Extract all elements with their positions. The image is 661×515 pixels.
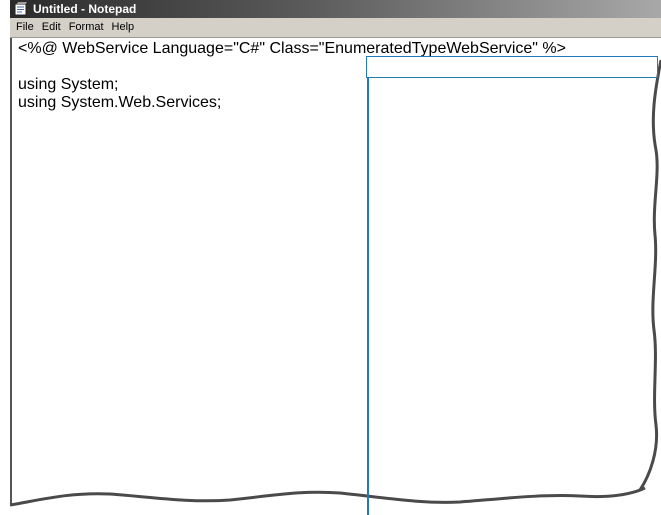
callout-leader-line <box>367 78 369 515</box>
window-title: Untitled - Notepad <box>33 2 137 16</box>
code-line: using System.Web.Services; <box>18 94 222 111</box>
menu-bar: File Edit Format Help <box>10 18 661 38</box>
notepad-icon <box>13 2 29 16</box>
menu-help[interactable]: Help <box>108 18 139 37</box>
menu-format[interactable]: Format <box>65 18 108 37</box>
code-line: using System; <box>18 76 119 93</box>
menu-edit[interactable]: Edit <box>38 18 65 37</box>
title-bar[interactable]: Untitled - Notepad <box>10 0 661 18</box>
text-editor[interactable]: <%@ WebService Language="C#" Class="Enum… <box>10 38 661 515</box>
menu-file[interactable]: File <box>12 18 38 37</box>
class-name-highlight <box>366 56 658 78</box>
